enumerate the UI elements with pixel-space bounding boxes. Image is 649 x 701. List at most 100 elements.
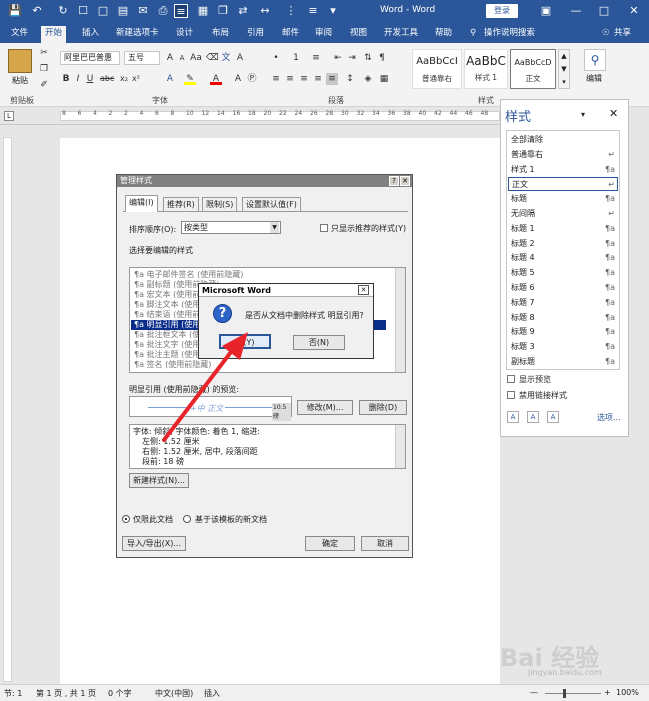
tab-layout[interactable]: 布局 [208, 26, 233, 43]
bullets-icon[interactable]: • [270, 52, 282, 64]
style-pane-item[interactable]: 标题 3 ¶a [511, 340, 617, 354]
confirm-close-icon[interactable]: ✕ [358, 285, 369, 295]
align-icon[interactable]: ⇄ [236, 4, 250, 18]
text-effects-icon[interactable]: A [164, 73, 176, 85]
align-right-icon[interactable]: ≡ [298, 73, 310, 85]
style-pane-item[interactable]: 样式 1 ¶a [511, 163, 617, 177]
char-border-icon[interactable]: A [234, 52, 246, 64]
new-style-icon[interactable]: A [507, 411, 519, 423]
ok-button[interactable]: 确定 [305, 536, 355, 551]
underline-icon[interactable]: U [84, 73, 96, 85]
new-style-button[interactable]: 新建样式(N)... [129, 473, 189, 488]
borders-icon[interactable]: ▦ [378, 73, 390, 85]
show-marks-icon[interactable]: ¶ [376, 52, 388, 64]
style-pane-item[interactable]: 全部清除 [511, 133, 617, 147]
enclose-char-icon[interactable]: Ⓟ [246, 73, 258, 85]
email-icon[interactable]: ✉ [136, 4, 150, 18]
paste-icon[interactable] [8, 49, 32, 73]
clear-formatting-icon[interactable]: ⌫ [206, 52, 219, 64]
tab-selector[interactable]: L [4, 111, 14, 121]
style-gallery-scroll[interactable]: ▲ ▼ ▾ [558, 49, 570, 89]
ribbon-display-icon[interactable]: ▣ [536, 3, 556, 19]
zoom-in-icon[interactable]: + [604, 688, 611, 697]
style-pane-item[interactable]: 标题 7 ¶a [511, 296, 617, 310]
shrink-font-icon[interactable]: A [176, 52, 188, 64]
undo-icon[interactable]: ↶ [30, 4, 44, 18]
share-button[interactable]: 共享 [610, 26, 635, 43]
italic-icon[interactable]: I [72, 73, 84, 85]
style-pane-item[interactable]: 标题 4 ¶a [511, 251, 617, 265]
copy-icon[interactable]: ❐ [38, 63, 50, 75]
tab-edit[interactable]: 编辑(I) [125, 195, 158, 212]
tab-help[interactable]: 帮助 [431, 26, 456, 43]
font-name-select[interactable]: 阿里巴巴普惠 [60, 51, 120, 65]
superscript-icon[interactable]: x² [130, 73, 142, 85]
status-words[interactable]: 0 个字 [108, 688, 132, 699]
pane-close-icon[interactable]: ✕ [609, 107, 618, 120]
style-list-item[interactable]: ¶a 电子邮件签名 (使用前隐藏) [134, 270, 389, 280]
multilevel-list-icon[interactable]: ≡ [310, 52, 322, 64]
distributed-icon[interactable]: ≡ [326, 73, 338, 85]
radio-this-document[interactable] [122, 515, 130, 523]
style-pane-item[interactable]: 标题 5 ¶a [511, 266, 617, 280]
vertical-ruler-track[interactable] [3, 137, 12, 682]
cancel-button[interactable]: 取消 [361, 536, 409, 551]
style-pane-item[interactable]: 标题 2 ¶a [511, 237, 617, 251]
line-spacing-icon[interactable]: ↕ [344, 73, 356, 85]
style-pane-item[interactable]: 正文 ↵ [508, 177, 618, 192]
status-page[interactable]: 第 1 页 , 共 1 页 [36, 688, 96, 699]
align-left-icon[interactable]: ≡ [270, 73, 282, 85]
close-icon[interactable]: ✕ [624, 3, 644, 19]
style-pane-item[interactable]: 无间隔 ↵ [511, 207, 617, 221]
zoom-slider-thumb[interactable] [563, 689, 566, 698]
zoom-out-icon[interactable]: — [530, 688, 538, 697]
minimize-icon[interactable]: — [566, 3, 586, 19]
modify-button[interactable]: 修改(M)... [297, 400, 353, 415]
no-button[interactable]: 否(N) [293, 335, 345, 350]
change-case-icon[interactable]: Aa [190, 52, 202, 64]
style-pane-item[interactable]: 标题 8 ¶a [511, 311, 617, 325]
tab-recommend[interactable]: 推荐(R) [163, 197, 199, 211]
import-export-button[interactable]: 导入/导出(X)... [122, 536, 186, 551]
style-pane-item[interactable]: 普通靠右 ↵ [511, 148, 617, 162]
tab-references[interactable]: 引用 [243, 26, 268, 43]
shading-icon[interactable]: ◈ [362, 73, 374, 85]
increase-indent-icon[interactable]: ⇥ [346, 52, 358, 64]
format-painter-icon[interactable]: ✐ [38, 79, 50, 91]
show-preview-checkbox[interactable] [507, 375, 515, 383]
style-gallery-item-1[interactable]: AaBbCcI 普通靠右 [412, 49, 462, 89]
style-pane-item[interactable]: 标题 ¶a [511, 192, 617, 206]
print-preview-icon[interactable]: ☐ [76, 4, 90, 18]
style-inspector-icon[interactable]: A [527, 411, 539, 423]
style-pane-item[interactable]: 标题 6 ¶a [511, 281, 617, 295]
manage-styles-icon[interactable]: A [547, 411, 559, 423]
phonetic-guide-icon[interactable]: 文 [220, 52, 232, 64]
tab-set-defaults[interactable]: 设置默认值(F) [242, 197, 301, 211]
bold-icon[interactable]: B [60, 73, 72, 85]
table-icon[interactable]: ▦ [196, 4, 210, 18]
read-mode-icon[interactable]: ≡ [174, 4, 188, 18]
style-gallery-item-3[interactable]: AaBbCcD 正文 [510, 49, 556, 89]
print-icon[interactable]: ⎙ [156, 4, 170, 18]
disable-linked-checkbox[interactable] [507, 391, 515, 399]
edit-button[interactable]: 编辑 [586, 73, 602, 84]
strikethrough-icon[interactable]: abc [100, 73, 114, 85]
font-size-select[interactable]: 五号 [124, 51, 160, 65]
grow-font-icon[interactable]: A [164, 52, 176, 64]
bullets-icon[interactable]: ⋮ [284, 4, 298, 18]
style-gallery-item-2[interactable]: AaBbC 样式 1 [464, 49, 508, 89]
tell-me-search[interactable]: 操作说明搜索 [480, 26, 539, 43]
spacing-icon[interactable]: ↔ [258, 4, 272, 18]
status-insert-mode[interactable]: 插入 [204, 688, 220, 699]
tab-home[interactable]: 开始 [41, 26, 67, 43]
style-pane-item[interactable]: 标题 9 ¶a [511, 325, 617, 339]
only-recommended-checkbox[interactable] [320, 224, 328, 232]
help-icon[interactable]: ? [389, 176, 399, 186]
tab-insert[interactable]: 插入 [78, 26, 103, 43]
zoom-slider[interactable] [545, 693, 601, 694]
copy-icon[interactable]: ❐ [216, 4, 230, 18]
tab-view[interactable]: 视图 [346, 26, 371, 43]
tab-design[interactable]: 设计 [172, 26, 197, 43]
sort-icon[interactable]: ⇅ [362, 52, 374, 64]
tab-file[interactable]: 文件 [7, 26, 32, 43]
